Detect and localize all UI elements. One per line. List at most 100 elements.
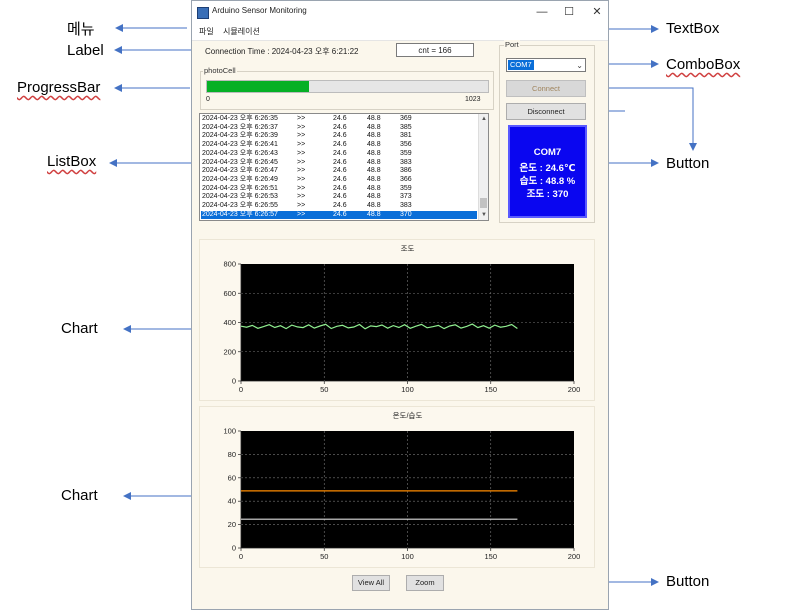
y-tick-label: 800 bbox=[223, 260, 236, 269]
temp-humidity-chart-panel: 온도/습도 0 50 100 150 200 0 20 40 60 80 100 bbox=[199, 406, 595, 568]
list-cell-light: 369 bbox=[400, 115, 412, 122]
list-cell-light: 381 bbox=[400, 132, 412, 140]
list-cell-sep: >> bbox=[297, 210, 306, 218]
list-cell-light: 366 bbox=[400, 175, 412, 183]
data-listbox[interactable]: 2024-04-23 오후 6:26:35 >> 24.6 48.8 369 2024-0… bbox=[199, 113, 489, 221]
list-cell-hum: 48.8 bbox=[367, 132, 381, 140]
y-tick-label: 0 bbox=[232, 544, 236, 553]
list-cell-temp: 24.6 bbox=[333, 115, 347, 122]
list-cell-temp: 24.6 bbox=[333, 175, 347, 183]
list-item[interactable]: 2024-04-23 오후 6:26:53 >> 24.6 48.8 373 bbox=[201, 193, 477, 202]
list-cell-temp: 24.6 bbox=[333, 202, 347, 209]
list-item[interactable]: 2024-04-23 오후 6:26:55 >> 24.6 48.8 383 bbox=[201, 202, 477, 211]
app-window: Arduino Sensor Monitoring — ☐ ✕ 파일 시뮬레이션… bbox=[191, 0, 609, 610]
listbox-scrollbar[interactable]: ▲ ▼ bbox=[478, 114, 488, 220]
x-tick-label: 0 bbox=[239, 552, 243, 561]
list-item[interactable]: 2024-04-23 오후 6:26:35 >> 24.6 48.8 369 bbox=[201, 115, 477, 124]
port-combobox[interactable]: COM7 ⌄ bbox=[506, 58, 586, 72]
list-item[interactable]: 2024-04-23 오후 6:26:47 >> 24.6 48.8 386 bbox=[201, 167, 477, 176]
list-item[interactable]: 2024-04-23 오후 6:26:45 >> 24.6 48.8 383 bbox=[201, 159, 477, 168]
list-cell-hum: 48.8 bbox=[367, 202, 381, 209]
list-cell-sep: >> bbox=[297, 115, 306, 122]
x-tick-label: 100 bbox=[401, 385, 414, 394]
list-cell-sep: >> bbox=[297, 184, 306, 192]
close-button[interactable]: ✕ bbox=[582, 4, 612, 20]
connection-time-label: Connection Time : 2024-04-23 오후 6:21:22 bbox=[205, 47, 359, 56]
list-cell-sep: >> bbox=[297, 123, 306, 131]
list-cell-sep: >> bbox=[297, 149, 306, 157]
list-cell-temp: 24.6 bbox=[333, 149, 347, 157]
x-tick-label: 50 bbox=[320, 385, 328, 394]
port-group-label: Port bbox=[504, 40, 520, 49]
list-cell-hum: 48.8 bbox=[367, 175, 381, 183]
list-cell-temp: 24.6 bbox=[333, 210, 347, 218]
list-cell-time: 2024-04-23 오후 6:26:43 bbox=[202, 149, 278, 157]
scroll-down-icon[interactable]: ▼ bbox=[479, 210, 488, 220]
list-item[interactable]: 2024-04-23 오후 6:26:49 >> 24.6 48.8 366 bbox=[201, 176, 477, 185]
menu-file[interactable]: 파일 bbox=[199, 26, 214, 37]
list-cell-sep: >> bbox=[297, 175, 306, 183]
window-title: Arduino Sensor Monitoring bbox=[212, 6, 307, 15]
list-cell-sep: >> bbox=[297, 167, 306, 175]
x-tick-label: 200 bbox=[568, 552, 581, 561]
y-tick-label: 20 bbox=[228, 520, 236, 529]
view-all-button[interactable]: View All bbox=[352, 575, 390, 591]
list-cell-temp: 24.6 bbox=[333, 123, 347, 131]
disconnect-button[interactable]: Disconnect bbox=[506, 103, 586, 120]
list-item[interactable]: 2024-04-23 오후 6:26:43 >> 24.6 48.8 359 bbox=[201, 150, 477, 159]
list-cell-temp: 24.6 bbox=[333, 193, 347, 201]
chart-title: 온도/습도 bbox=[393, 411, 423, 420]
chevron-down-icon[interactable]: ⌄ bbox=[576, 59, 583, 72]
list-cell-time: 2024-04-23 오후 6:26:35 bbox=[202, 115, 278, 122]
x-tick-label: 0 bbox=[239, 385, 243, 394]
list-cell-time: 2024-04-23 오후 6:26:51 bbox=[202, 184, 278, 192]
list-cell-time: 2024-04-23 오후 6:26:47 bbox=[202, 167, 278, 175]
list-cell-sep: >> bbox=[297, 141, 306, 149]
connect-button[interactable]: Connect bbox=[506, 80, 586, 97]
list-item[interactable]: 2024-04-23 오후 6:26:39 >> 24.6 48.8 381 bbox=[201, 132, 477, 141]
list-cell-light: 373 bbox=[400, 193, 412, 201]
y-tick-label: 40 bbox=[228, 497, 236, 506]
list-cell-time: 2024-04-23 오후 6:26:39 bbox=[202, 132, 278, 140]
menu-simulation[interactable]: 시뮬레이션 bbox=[223, 26, 260, 37]
list-item[interactable]: 2024-04-23 오후 6:26:57 >> 24.6 48.8 370 bbox=[201, 210, 477, 220]
list-item[interactable]: 2024-04-23 오후 6:26:51 >> 24.6 48.8 359 bbox=[201, 185, 477, 194]
list-cell-hum: 48.8 bbox=[367, 141, 381, 149]
list-cell-time: 2024-04-23 오후 6:26:53 bbox=[202, 193, 278, 201]
x-tick-label: 150 bbox=[484, 552, 497, 561]
x-tick-label: 100 bbox=[401, 552, 414, 561]
list-cell-sep: >> bbox=[297, 132, 306, 140]
list-cell-hum: 48.8 bbox=[367, 210, 381, 218]
list-cell-temp: 24.6 bbox=[333, 158, 347, 166]
app-icon bbox=[197, 7, 209, 19]
menu-bar: 파일 시뮬레이션 bbox=[192, 25, 608, 41]
list-cell-time: 2024-04-23 오후 6:26:57 bbox=[202, 210, 278, 218]
status-temperature: 온도 : 24.6℃ bbox=[519, 163, 576, 174]
y-tick-label: 600 bbox=[223, 289, 236, 298]
list-cell-temp: 24.6 bbox=[333, 184, 347, 192]
x-tick-label: 50 bbox=[320, 552, 328, 561]
list-item[interactable]: 2024-04-23 오후 6:26:37 >> 24.6 48.8 385 bbox=[201, 124, 477, 133]
list-cell-hum: 48.8 bbox=[367, 115, 381, 122]
list-cell-light: 359 bbox=[400, 149, 412, 157]
list-cell-light: 383 bbox=[400, 158, 412, 166]
scroll-thumb[interactable] bbox=[480, 198, 487, 208]
list-cell-time: 2024-04-23 오후 6:26:55 bbox=[202, 202, 278, 209]
y-tick-label: 0 bbox=[232, 377, 236, 386]
list-cell-time: 2024-04-23 오후 6:26:37 bbox=[202, 123, 278, 131]
list-cell-sep: >> bbox=[297, 193, 306, 201]
light-chart-panel: 조도 0 50 100 150 200 0 200 400 600 800 bbox=[199, 239, 595, 401]
list-item[interactable]: 2024-04-23 오후 6:26:41 >> 24.6 48.8 356 bbox=[201, 141, 477, 150]
list-cell-hum: 48.8 bbox=[367, 158, 381, 166]
title-bar: Arduino Sensor Monitoring — ☐ ✕ bbox=[192, 1, 608, 25]
zoom-button[interactable]: Zoom bbox=[406, 575, 444, 591]
status-display: COM7 온도 : 24.6℃ 습도 : 48.8 % 조도 : 370 bbox=[508, 125, 587, 218]
list-cell-light: 356 bbox=[400, 141, 412, 149]
list-cell-time: 2024-04-23 오후 6:26:45 bbox=[202, 158, 278, 166]
cnt-textbox[interactable]: cnt = 166 bbox=[396, 43, 474, 57]
maximize-button[interactable]: ☐ bbox=[554, 4, 584, 20]
list-cell-light: 359 bbox=[400, 184, 412, 192]
minimize-button[interactable]: — bbox=[527, 4, 557, 20]
progressbar-fill bbox=[207, 81, 309, 92]
scroll-up-icon[interactable]: ▲ bbox=[479, 114, 488, 124]
